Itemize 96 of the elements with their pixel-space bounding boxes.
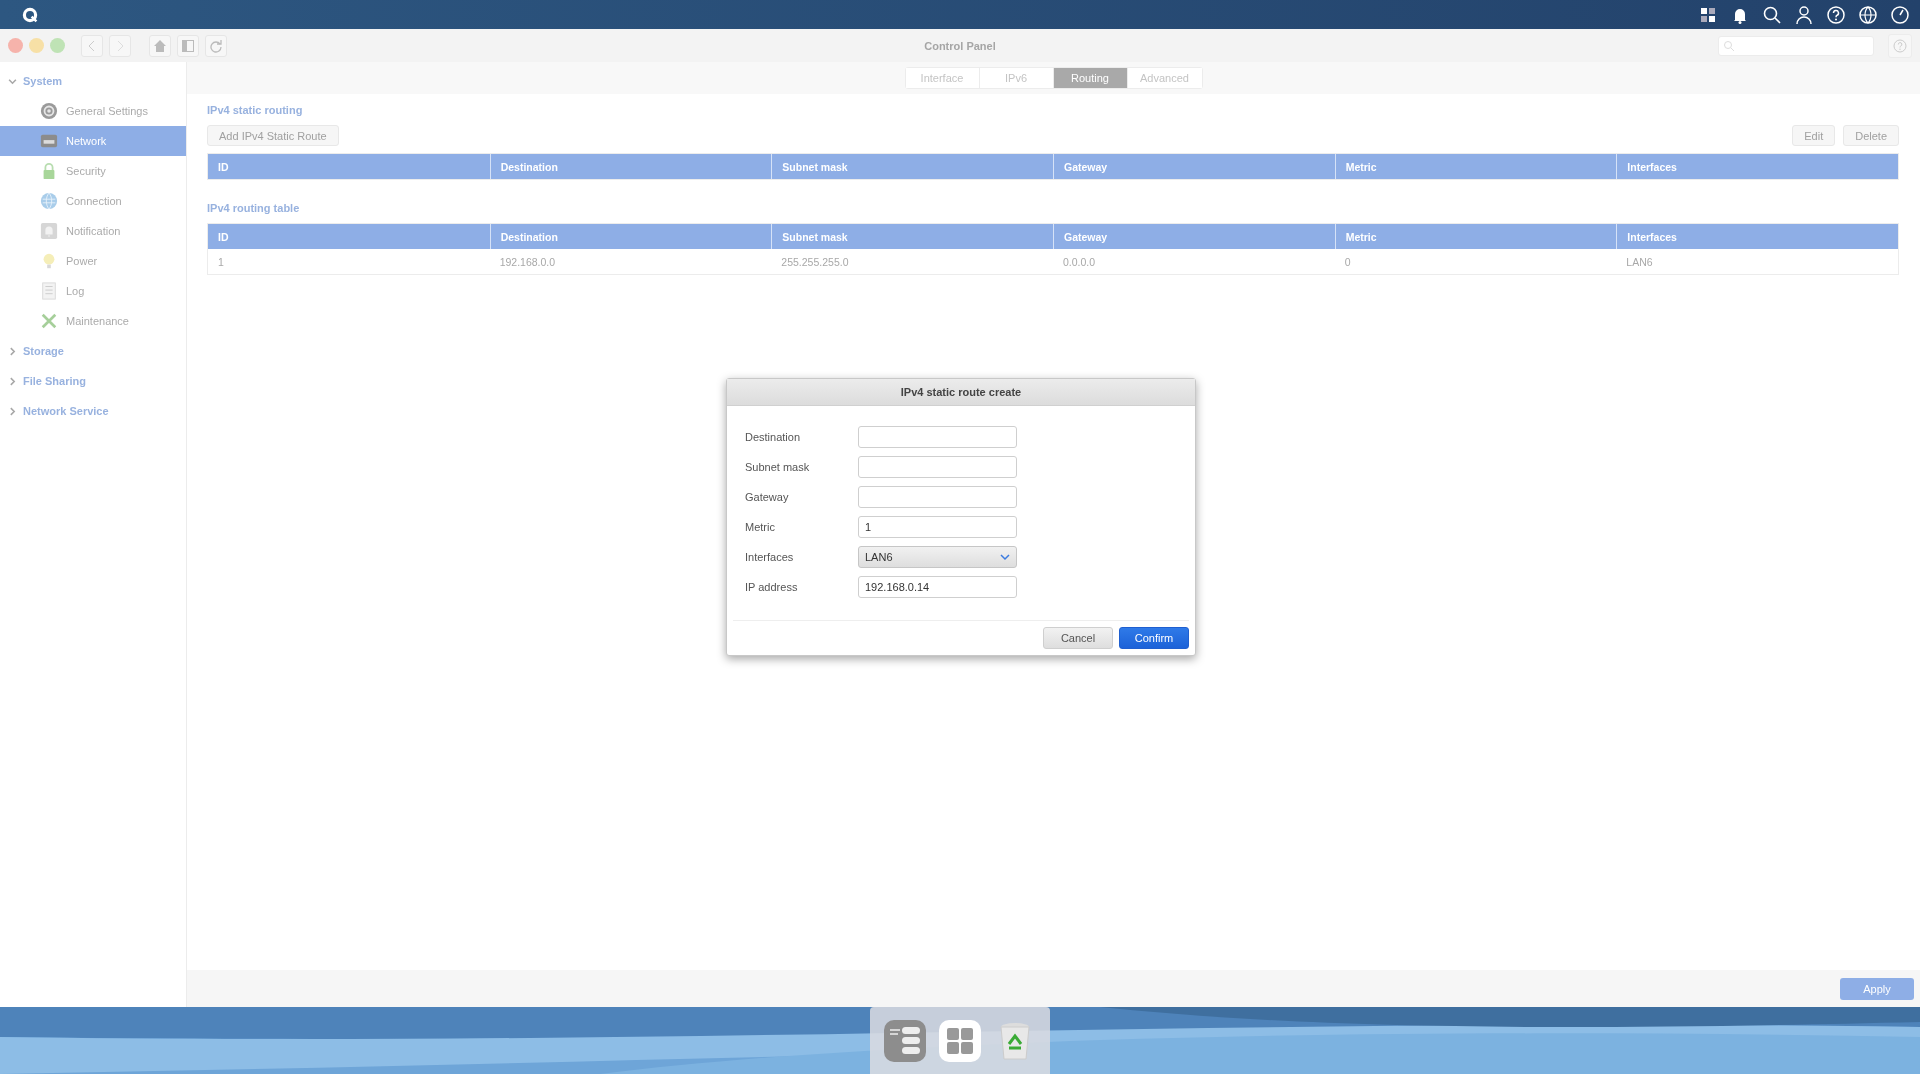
field-label: Gateway (745, 491, 790, 503)
column-header[interactable]: Destination (489, 224, 772, 249)
sidebar-item[interactable]: General Settings (0, 96, 186, 126)
help-icon[interactable] (1826, 4, 1846, 25)
field-label: IP address (745, 581, 799, 593)
input-field[interactable] (858, 456, 1017, 478)
user-icon[interactable] (1794, 4, 1814, 25)
search-icon[interactable] (1762, 4, 1782, 25)
sidebar-item-label: Maintenance (66, 315, 129, 327)
sidebar-item[interactable]: Connection (0, 186, 186, 216)
cancel-button[interactable]: Cancel (1043, 627, 1113, 649)
sidebar-section[interactable]: File Sharing (23, 375, 86, 387)
column-header[interactable]: Interfaces (1616, 154, 1898, 179)
section-title: IPv4 static routing (207, 104, 304, 116)
edit-button[interactable]: Edit (1792, 125, 1836, 146)
field-label: Destination (745, 431, 802, 443)
column-header[interactable]: Gateway (1053, 154, 1335, 179)
network-card-icon (40, 132, 58, 150)
column-header[interactable]: Metric (1334, 154, 1617, 179)
chevron-right-icon[interactable] (8, 346, 17, 356)
sidebar-item[interactable]: Power (0, 246, 186, 276)
sidebar-item[interactable]: Network (0, 126, 186, 156)
column-header[interactable]: ID (208, 154, 490, 179)
sidebar-item-label: General Settings (66, 105, 148, 117)
column-header[interactable]: Gateway (1053, 224, 1335, 249)
home-icon (153, 38, 167, 53)
table-cell-text: LAN6 (1625, 255, 1654, 268)
column-header[interactable]: Metric (1334, 224, 1617, 249)
dialog-title: IPv4 static route create (900, 386, 1022, 398)
tools-icon (40, 312, 58, 330)
table-cell-text: 1 (217, 255, 225, 268)
toggles-icon[interactable] (882, 1017, 929, 1064)
confirm-button[interactable]: Confirm (1119, 627, 1189, 649)
table-cell-text: 0.0.0.0 (1062, 255, 1097, 268)
chevron-down-icon[interactable] (8, 76, 17, 86)
app-grid-icon[interactable] (937, 1017, 983, 1064)
sidebar-item[interactable]: Notification (0, 216, 186, 246)
apply-button[interactable]: Apply (1840, 977, 1914, 1000)
minimize-icon[interactable] (29, 38, 44, 53)
sidebar-item[interactable]: Maintenance (0, 306, 186, 336)
search-icon (1723, 39, 1735, 52)
close-icon[interactable] (8, 38, 23, 53)
globe-icon[interactable] (1858, 4, 1878, 25)
chevron-right-icon[interactable] (8, 376, 17, 386)
input-field[interactable] (858, 486, 1017, 508)
sidebar-section[interactable]: System (23, 75, 63, 87)
column-header[interactable]: Interfaces (1616, 224, 1898, 249)
help-button[interactable] (1888, 33, 1912, 58)
sidebar-item-label: Connection (66, 195, 122, 207)
sidebar-item-label: Log (66, 285, 85, 297)
column-header[interactable]: Subnet mask (771, 224, 1053, 249)
chevron-down-icon (1000, 553, 1010, 561)
sidebar-item-label: Network (66, 135, 107, 147)
bell-icon (40, 222, 58, 240)
input-field[interactable] (858, 426, 1017, 448)
gear-icon (40, 102, 58, 120)
column-header[interactable]: Subnet mask (771, 154, 1053, 179)
sidebar-item-label: Notification (66, 225, 121, 237)
chevron-right-icon[interactable] (8, 406, 17, 416)
field-label: Metric (745, 521, 776, 533)
sidebar-toggle-button[interactable] (177, 34, 199, 57)
help-icon (1893, 38, 1907, 53)
tab[interactable]: Routing (1053, 68, 1128, 88)
sidebar-item[interactable]: Security (0, 156, 186, 186)
back-button[interactable] (81, 34, 103, 57)
add-route-button[interactable]: Add IPv4 Static Route (207, 125, 339, 146)
field-label: Subnet mask (745, 461, 811, 473)
delete-button[interactable]: Delete (1843, 125, 1899, 146)
search-field[interactable] (1718, 35, 1874, 56)
tab[interactable]: Interface (905, 68, 980, 88)
table-cell-text: 255.255.255.0 (780, 255, 850, 268)
sidebar-section[interactable]: Storage (23, 345, 64, 357)
sidebar-item-label: Power (66, 255, 98, 267)
sidebar-icon (181, 38, 195, 53)
window-title: Control Panel (924, 39, 996, 52)
forward-button[interactable] (109, 34, 131, 57)
gauge-icon[interactable] (1890, 4, 1910, 25)
refresh-icon (209, 38, 223, 53)
sidebar-section[interactable]: Network Service (23, 405, 109, 417)
table-cell-text: 192.168.0.0 (498, 255, 557, 268)
home-button[interactable] (149, 34, 171, 57)
maximize-icon[interactable] (50, 38, 65, 53)
refresh-button[interactable] (205, 34, 227, 57)
globe-icon (40, 192, 58, 210)
field-label: Interfaces (745, 551, 795, 563)
column-header[interactable]: Destination (489, 154, 772, 179)
sidebar-item[interactable]: Log (0, 276, 186, 306)
column-header[interactable]: ID (208, 224, 490, 249)
input-field[interactable]: 1 (858, 516, 1017, 538)
logo-icon[interactable] (22, 6, 38, 23)
section-title: IPv4 routing table (207, 202, 301, 214)
table-cell-text: 0 (1343, 255, 1352, 268)
dropdown[interactable]: LAN6 (858, 546, 1017, 568)
list-icon (40, 282, 58, 300)
input-field[interactable]: 192.168.0.14 (858, 576, 1017, 598)
sidebar-item-label: Security (66, 165, 106, 177)
